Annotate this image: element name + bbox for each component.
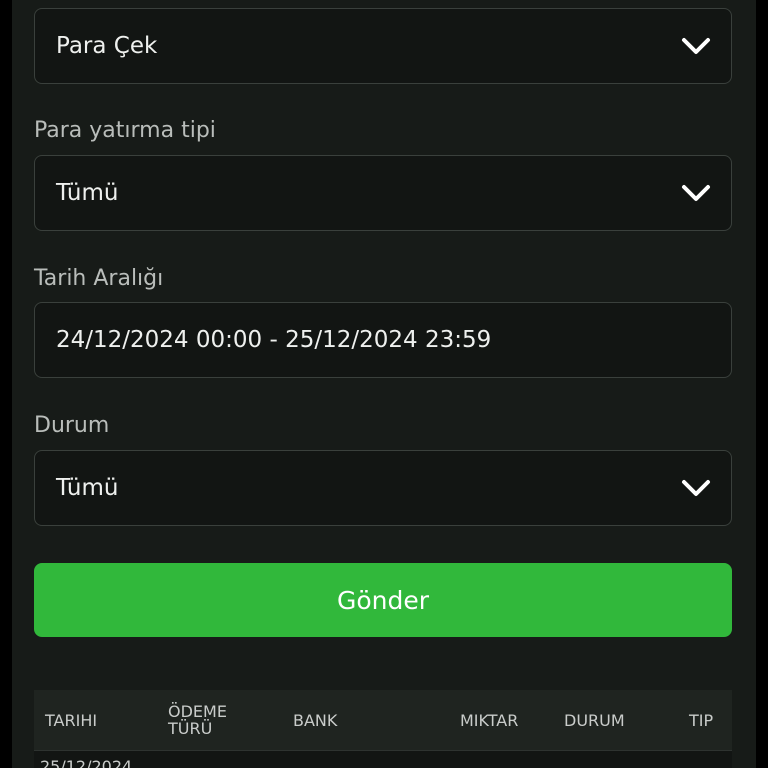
column-header-payment-type[interactable]: ÖDEME TÜRÜ: [168, 690, 244, 750]
column-header-type[interactable]: TIP: [689, 690, 713, 750]
chevron-down-icon: [682, 185, 710, 201]
column-header-amount[interactable]: MIKTAR: [460, 690, 518, 750]
transaction-type-value: Para Çek: [56, 33, 158, 59]
table-header: TARIHI ÖDEME TÜRÜ BANK MIKTAR DURUM TIP: [34, 690, 732, 751]
submit-button[interactable]: Gönder: [34, 563, 732, 637]
row-date: 25/12/2024: [40, 757, 133, 768]
status-value: Tümü: [56, 475, 119, 501]
date-range-input[interactable]: 24/12/2024 00:00 - 25/12/2024 23:59: [34, 302, 732, 378]
deposit-type-label: Para yatırma tipi: [34, 118, 216, 143]
deposit-type-select[interactable]: Tümü: [34, 155, 732, 231]
column-header-bank[interactable]: BANK: [293, 690, 337, 750]
transaction-type-select[interactable]: Para Çek: [34, 8, 732, 84]
status-label: Durum: [34, 413, 110, 438]
deposit-type-value: Tümü: [56, 180, 119, 206]
date-range-value: 24/12/2024 00:00 - 25/12/2024 23:59: [56, 327, 492, 353]
column-header-date[interactable]: TARIHI: [45, 690, 97, 750]
transaction-history-panel: Para Çek Para yatırma tipi Tümü Tarih Ar…: [12, 0, 756, 768]
chevron-down-icon: [682, 38, 710, 54]
column-header-status[interactable]: DURUM: [564, 690, 625, 750]
date-range-label: Tarih Aralığı: [34, 266, 164, 291]
chevron-down-icon: [682, 480, 710, 496]
status-select[interactable]: Tümü: [34, 450, 732, 526]
table-row[interactable]: 25/12/2024: [34, 751, 732, 768]
